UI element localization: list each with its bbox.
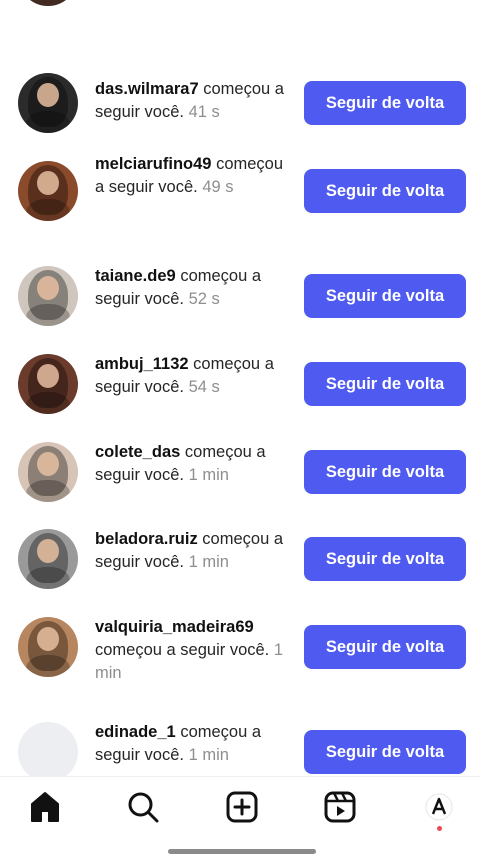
- notification-text: das.wilmara7 começou a seguir você. 41 s: [95, 78, 290, 124]
- username-link[interactable]: melciarufino49: [95, 155, 211, 173]
- username-link[interactable]: ambuj_1132: [95, 355, 189, 373]
- notification-dot: [437, 826, 442, 831]
- notification-row: taiane.de9 começou a seguir você. 52 s Se…: [0, 251, 480, 341]
- notification-time: 54 s: [188, 378, 220, 396]
- avatar[interactable]: [18, 442, 78, 502]
- follow-back-button[interactable]: Seguir de volta: [304, 537, 466, 581]
- reels-icon[interactable]: [322, 789, 358, 825]
- follow-back-button[interactable]: Seguir de volta: [304, 730, 466, 774]
- follow-back-button[interactable]: Seguir de volta: [304, 274, 466, 318]
- username-link[interactable]: edinade_1: [95, 723, 176, 741]
- activity-list[interactable]: começou a seguir você. 41 s Seguir de vol…: [0, 0, 480, 776]
- follow-back-button[interactable]: Seguir de volta: [304, 362, 466, 406]
- search-icon[interactable]: [125, 789, 161, 825]
- notification-time: 49 s: [202, 178, 234, 196]
- notification-row: começou a seguir você. 41 sSeguir de vol…: [0, 0, 480, 30]
- notification-text: ambuj_1132 começou a seguir você. 54 s: [95, 353, 290, 399]
- notification-row: colete_das começou a seguir você. 1 min S…: [0, 427, 480, 517]
- notification-time: 1 min: [188, 746, 229, 764]
- avatar[interactable]: [18, 722, 78, 776]
- home-indicator: [168, 849, 316, 854]
- notification-action: começou a seguir você.: [95, 641, 270, 659]
- notification-row: ambuj_1132 começou a seguir você. 54 s Se…: [0, 339, 480, 429]
- avatar[interactable]: [18, 73, 78, 133]
- notification-time: 52 s: [188, 290, 220, 308]
- notification-row: melciarufino49 começou a seguir você. 49…: [0, 146, 480, 236]
- follow-back-button[interactable]: Seguir de volta: [304, 81, 466, 125]
- notification-text: beladora.ruiz começou a seguir você. 1 m…: [95, 528, 290, 574]
- follow-back-button[interactable]: Seguir de volta: [304, 169, 466, 213]
- follow-back-button[interactable]: Seguir de volta: [304, 625, 466, 669]
- profile-icon[interactable]: [421, 789, 457, 825]
- avatar[interactable]: [18, 161, 78, 221]
- notification-time: 1 min: [188, 553, 229, 571]
- notification-row: valquiria_madeira69 começou a seguir voc…: [0, 602, 480, 692]
- home-icon[interactable]: [27, 789, 63, 825]
- avatar[interactable]: [18, 529, 78, 589]
- notification-text: taiane.de9 começou a seguir você. 52 s: [95, 265, 290, 311]
- notification-text: edinade_1 começou a seguir você. 1 min: [95, 721, 290, 767]
- notification-row: beladora.ruiz começou a seguir você. 1 m…: [0, 514, 480, 604]
- screen: começou a seguir você. 41 s Seguir de vol…: [0, 0, 480, 854]
- username-link[interactable]: beladora.ruiz: [95, 530, 198, 548]
- notification-time: 41 s: [188, 103, 220, 121]
- username-link[interactable]: valquiria_madeira69: [95, 618, 254, 636]
- bottom-nav: [0, 776, 480, 854]
- avatar[interactable]: [18, 354, 78, 414]
- notification-time: 1 min: [188, 466, 229, 484]
- notification-row: edinade_1 começou a seguir você. 1 min Se…: [0, 707, 480, 776]
- avatar[interactable]: [18, 617, 78, 677]
- username-link[interactable]: taiane.de9: [95, 267, 176, 285]
- notification-text: colete_das começou a seguir você. 1 min: [95, 441, 290, 487]
- username-link[interactable]: colete_das: [95, 443, 180, 461]
- follow-back-button[interactable]: Seguir de volta: [304, 450, 466, 494]
- notification-row: das.wilmara7 começou a seguir você. 41 s…: [0, 58, 480, 148]
- create-icon[interactable]: [224, 789, 260, 825]
- username-link[interactable]: das.wilmara7: [95, 80, 199, 98]
- avatar[interactable]: [18, 0, 78, 6]
- notification-text: melciarufino49 começou a seguir você. 49…: [95, 153, 290, 199]
- avatar[interactable]: [18, 266, 78, 326]
- notification-text: valquiria_madeira69 começou a seguir voc…: [95, 616, 290, 685]
